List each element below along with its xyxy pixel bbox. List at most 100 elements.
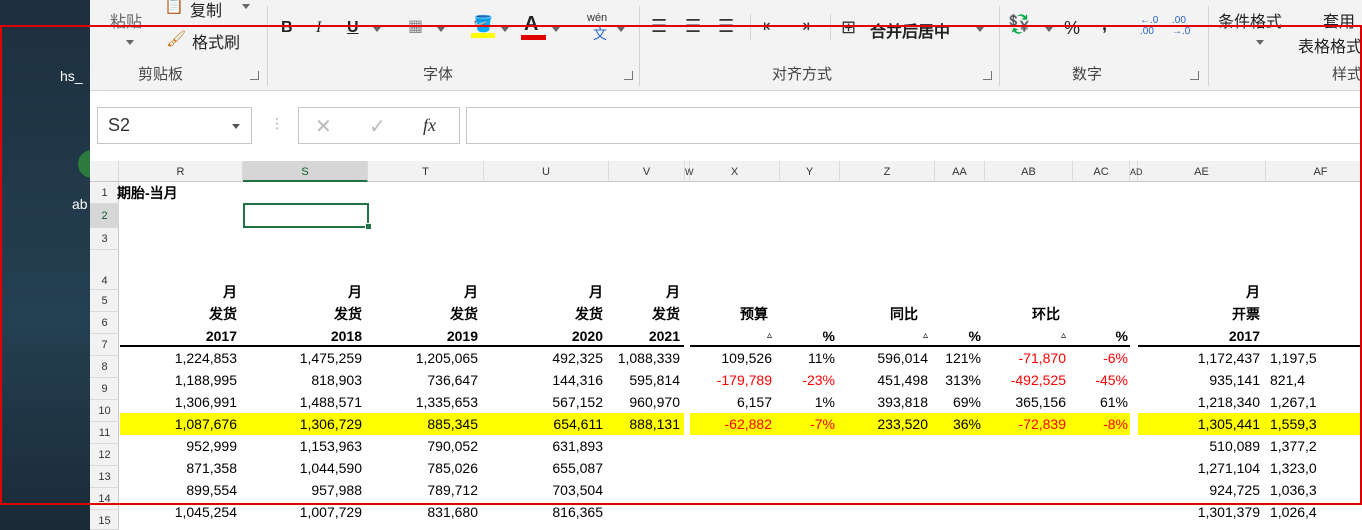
column-header-ac[interactable]: AC: [1073, 161, 1130, 182]
header-shipment-r[interactable]: 发货: [97, 303, 237, 325]
column-header-aa[interactable]: AA: [935, 161, 985, 182]
merge-icon[interactable]: ⊞: [841, 17, 856, 38]
cell-t11[interactable]: 885,345: [338, 413, 478, 435]
cell-af12[interactable]: 1,377,2: [1270, 435, 1362, 457]
header-month-t[interactable]: 月: [338, 281, 478, 303]
sheet-title[interactable]: 期胎-当月: [117, 182, 178, 204]
row-header-3[interactable]: 3: [90, 228, 119, 250]
fill-color-icon[interactable]: 🪣: [473, 14, 493, 34]
cell-ae14[interactable]: 924,725: [1120, 479, 1260, 501]
format-painter-button[interactable]: 格式刷: [192, 29, 240, 53]
fill-color-dropdown-icon[interactable]: [501, 27, 509, 32]
cell-af10[interactable]: 1,267,1: [1270, 391, 1362, 413]
cell-r12[interactable]: 952,999: [97, 435, 237, 457]
header-pct-ac[interactable]: %: [988, 325, 1128, 347]
currency-dropdown-icon[interactable]: [1045, 27, 1053, 32]
increase-indent-icon[interactable]: ⇥: [795, 16, 810, 37]
column-header-ad[interactable]: AD: [1130, 161, 1143, 182]
phonetic-icon[interactable]: wén: [587, 12, 607, 24]
paste-button[interactable]: 粘贴: [110, 8, 142, 32]
cell-r10[interactable]: 1,306,991: [97, 391, 237, 413]
cancel-icon[interactable]: ✕: [315, 114, 332, 139]
phonetic-dropdown-icon[interactable]: [617, 27, 625, 32]
header-month-v[interactable]: 月: [540, 281, 680, 303]
cell-t15[interactable]: 831,680: [338, 501, 478, 523]
table-format-button-line2[interactable]: 表格格式: [1298, 33, 1362, 57]
cell-ae13[interactable]: 1,271,104: [1120, 457, 1260, 479]
header-mom[interactable]: 环比: [920, 303, 1060, 325]
name-box[interactable]: S2: [97, 107, 252, 144]
cell-ae11[interactable]: 1,305,441: [1120, 413, 1260, 435]
cell-ae15[interactable]: 1,301,379: [1120, 501, 1260, 523]
header-year-ae[interactable]: 2017: [1120, 325, 1260, 347]
cell-r14[interactable]: 899,554: [97, 479, 237, 501]
cell-ac11[interactable]: -8%: [988, 413, 1128, 435]
conditional-format-dropdown-icon[interactable]: [1256, 40, 1264, 45]
border-dropdown-icon[interactable]: [437, 27, 445, 32]
select-all-corner[interactable]: [90, 161, 119, 182]
selected-cell-s2[interactable]: [243, 203, 369, 228]
cell-r9[interactable]: 1,188,995: [97, 369, 237, 391]
cell-af9[interactable]: 821,4: [1270, 369, 1362, 391]
cell-t14[interactable]: 789,712: [338, 479, 478, 501]
header-month-r[interactable]: 月: [97, 281, 237, 303]
header-yoy[interactable]: 同比: [778, 303, 918, 325]
cell-af14[interactable]: 1,036,3: [1270, 479, 1362, 501]
cell-t8[interactable]: 1,205,065: [338, 347, 478, 369]
cell-t12[interactable]: 790,052: [338, 435, 478, 457]
merge-center-button[interactable]: 合并后居中: [870, 18, 950, 42]
cell-t13[interactable]: 785,026: [338, 457, 478, 479]
header-budget[interactable]: 预算: [628, 303, 768, 325]
table-format-button[interactable]: 套用: [1323, 8, 1355, 32]
header-invoice-ae[interactable]: 开票: [1120, 303, 1260, 325]
column-header-z[interactable]: Z: [840, 161, 935, 182]
comma-button[interactable]: ,: [1102, 14, 1107, 35]
increase-decimal-icon[interactable]: ←.0.00: [1140, 15, 1158, 37]
header-invoice-af[interactable]: 开: [1240, 303, 1362, 325]
cell-u12[interactable]: 631,893: [463, 435, 603, 457]
cell-ae10[interactable]: 1,218,340: [1120, 391, 1260, 413]
column-header-ab[interactable]: AB: [985, 161, 1073, 182]
worksheet-grid[interactable]: R S T U V W X Y Z AA AB AC AD AE AF 1 2 …: [90, 161, 1362, 530]
column-header-af[interactable]: AF: [1266, 161, 1362, 182]
cell-r8[interactable]: 1,224,853: [97, 347, 237, 369]
clipboard-launcher-icon[interactable]: [250, 71, 259, 80]
decrease-decimal-icon[interactable]: .00 →.0: [1172, 15, 1190, 37]
cell-u14[interactable]: 703,504: [463, 479, 603, 501]
column-header-r[interactable]: R: [119, 161, 243, 182]
decrease-indent-icon[interactable]: ⇤: [763, 16, 778, 37]
cell-ac9[interactable]: -45%: [988, 369, 1128, 391]
cell-ac8[interactable]: -6%: [988, 347, 1128, 369]
cell-af13[interactable]: 1,323,0: [1270, 457, 1362, 479]
cell-ac10[interactable]: 61%: [988, 391, 1128, 413]
italic-button[interactable]: I: [316, 19, 321, 37]
name-box-dropdown-icon[interactable]: [232, 124, 240, 129]
cell-t10[interactable]: 1,335,653: [338, 391, 478, 413]
desktop-icon-label[interactable]: hs_: [60, 68, 83, 84]
header-month-ae[interactable]: 月: [1120, 281, 1260, 303]
fill-handle[interactable]: [365, 223, 372, 230]
conditional-format-button[interactable]: 条件格式: [1218, 8, 1282, 32]
copy-dropdown-icon[interactable]: [242, 4, 250, 9]
column-header-s[interactable]: S: [243, 161, 368, 182]
cell-ae9[interactable]: 935,141: [1120, 369, 1260, 391]
currency-icon[interactable]: 💱: [1008, 14, 1030, 35]
bold-button[interactable]: B: [281, 19, 293, 37]
cell-r11[interactable]: 1,087,676: [97, 413, 237, 435]
font-launcher-icon[interactable]: [624, 71, 633, 80]
cell-u13[interactable]: 655,087: [463, 457, 603, 479]
column-header-v[interactable]: V: [609, 161, 685, 182]
cell-af15[interactable]: 1,026,4: [1270, 501, 1362, 523]
cell-ae12[interactable]: 510,089: [1120, 435, 1260, 457]
insert-function-icon[interactable]: fx: [423, 115, 436, 136]
underline-button[interactable]: U: [347, 19, 359, 37]
cell-af8[interactable]: 1,197,5: [1270, 347, 1362, 369]
percent-button[interactable]: %: [1064, 18, 1080, 39]
cell-af11[interactable]: 1,559,3: [1270, 413, 1362, 435]
header-year-r[interactable]: 2017: [97, 325, 237, 347]
paste-dropdown-icon[interactable]: [126, 40, 134, 45]
column-header-y[interactable]: Y: [780, 161, 840, 182]
formula-input[interactable]: [466, 107, 1362, 144]
column-header-x[interactable]: X: [690, 161, 780, 182]
underline-dropdown-icon[interactable]: [373, 27, 381, 32]
